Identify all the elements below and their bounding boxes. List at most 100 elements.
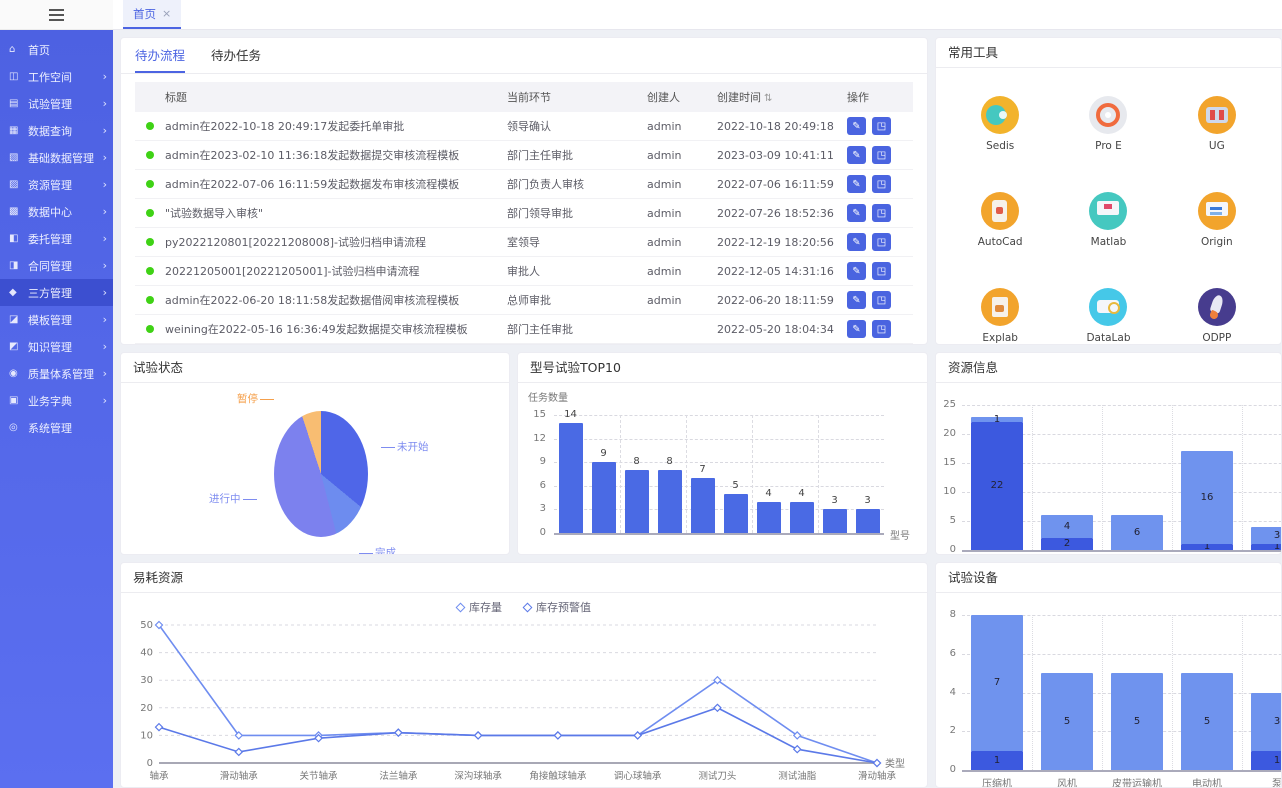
tool-matlab[interactable]: Matlab <box>1054 192 1162 248</box>
tool-ug[interactable]: UG <box>1163 96 1271 152</box>
process-button[interactable]: ◳ <box>872 233 891 251</box>
process-button[interactable]: ◳ <box>872 146 891 164</box>
segment-value-label: 1 <box>971 414 1023 425</box>
tool-explab[interactable]: Explab <box>946 288 1054 344</box>
table-row[interactable]: "试验数据导入审核"部门领导审批admin2022-07-26 18:52:36… <box>135 199 913 228</box>
tab-close-icon[interactable]: × <box>162 7 171 20</box>
edit-button[interactable]: ✎ <box>847 175 866 193</box>
sidebar-item-test-mgmt[interactable]: ▤试验管理› <box>0 90 113 117</box>
row-operations: ✎◳ <box>847 291 913 309</box>
col-step: 当前环节 <box>507 89 647 105</box>
sidebar-item-contract-mgmt[interactable]: ◨合同管理› <box>0 252 113 279</box>
process-button[interactable]: ◳ <box>872 117 891 135</box>
sidebar-item-label: 基础数据管理 <box>28 150 103 166</box>
sidebar-item-label: 工作空间 <box>28 69 103 85</box>
sidebar-item-home[interactable]: ⌂首页 <box>0 36 113 63</box>
x-tick-label: 风机 <box>1032 775 1102 788</box>
col-creator: 创建人 <box>647 89 717 105</box>
tab-pending-processes[interactable]: 待办流程 <box>135 38 185 73</box>
sidebar-item-quality-system-mgmt[interactable]: ◉质量体系管理› <box>0 360 113 387</box>
segment-value-label: 1 <box>971 755 1023 766</box>
tool-sedis[interactable]: Sedis <box>946 96 1054 152</box>
edit-button[interactable]: ✎ <box>847 204 866 222</box>
tool-autocad[interactable]: AutoCad <box>946 192 1054 248</box>
sidebar-collapse-button[interactable] <box>0 0 113 30</box>
edit-button[interactable]: ✎ <box>847 146 866 164</box>
row-step: 部门负责人审核 <box>507 176 647 192</box>
tab-pending-tasks[interactable]: 待办任务 <box>211 38 261 73</box>
tool-datalab[interactable]: DataLab <box>1054 288 1162 344</box>
sidebar-item-system-mgmt[interactable]: ◎系统管理 <box>0 414 113 441</box>
tool-origin[interactable]: Origin <box>1163 192 1271 248</box>
row-title: weining在2022-05-16 16:36:49发起数据提交审核流程模板 <box>165 321 507 337</box>
x-axis-line <box>962 550 1282 552</box>
sidebar-item-base-data-mgmt[interactable]: ▧基础数据管理› <box>0 144 113 171</box>
table-row[interactable]: 20221205001[20221205001]-试验归档申请流程审批人admi… <box>135 257 913 286</box>
tool-name: Sedis <box>986 140 1014 152</box>
edit-button[interactable]: ✎ <box>847 320 866 338</box>
gridline-vertical <box>1242 405 1243 550</box>
process-button[interactable]: ◳ <box>872 262 891 280</box>
edit-button[interactable]: ✎ <box>847 291 866 309</box>
row-time: 2022-12-05 14:31:16 <box>717 265 847 278</box>
process-button[interactable]: ◳ <box>872 204 891 222</box>
sort-icon[interactable]: ⇅ <box>764 93 772 104</box>
sidebar-item-template-mgmt[interactable]: ◪模板管理› <box>0 306 113 333</box>
sidebar-item-business-dict[interactable]: ▣业务字典› <box>0 387 113 414</box>
edit-button[interactable]: ✎ <box>847 117 866 135</box>
todo-panel: 待办流程 待办任务 标题当前环节创建人创建时间⇅操作admin在2022-10-… <box>120 37 928 345</box>
table-row[interactable]: weining在2022-05-16 16:36:49发起数据提交审核流程模板部… <box>135 315 913 344</box>
sidebar-item-resource-mgmt[interactable]: ▨资源管理› <box>0 171 113 198</box>
table-row[interactable]: admin在2022-06-20 18:11:58发起数据借阅审核流程模板总师审… <box>135 286 913 315</box>
row-creator: admin <box>647 265 717 278</box>
row-creator: admin <box>647 294 717 307</box>
row-title: admin在2022-07-06 16:11:59发起数据发布审核流程模板 <box>165 176 507 192</box>
tab-home-label: 首页 <box>133 6 156 22</box>
sidebar-item-workspace[interactable]: ◫工作空间› <box>0 63 113 90</box>
sidebar-item-label: 数据查询 <box>28 123 103 139</box>
table-row[interactable]: admin在2022-10-18 20:49:17发起委托单审批领导确认admi… <box>135 112 913 141</box>
tab-home[interactable]: 首页 × <box>123 0 181 29</box>
bar-value-label: 8 <box>655 456 685 467</box>
table-row[interactable]: admin在2023-02-10 11:36:18发起数据提交审核流程模板部门主… <box>135 141 913 170</box>
row-time: 2022-10-18 20:49:18 <box>717 120 847 133</box>
top10-panel: 型号试验TOP10 任务数量0369121514988754433型号 <box>517 352 928 555</box>
template-mgmt-icon: ◪ <box>9 314 23 325</box>
legend-label: 库存量 <box>469 599 502 615</box>
knowledge-mgmt-icon: ◩ <box>9 341 23 352</box>
bar <box>658 470 682 533</box>
resource-mgmt-icon: ▨ <box>9 179 23 190</box>
sidebar-item-data-center[interactable]: ▩数据中心› <box>0 198 113 225</box>
x-tick-label: 泵 <box>1242 775 1282 788</box>
sidebar-item-third-party-mgmt[interactable]: ◆三方管理› <box>0 279 113 306</box>
process-button[interactable]: ◳ <box>872 175 891 193</box>
status-dot <box>146 325 154 333</box>
edit-button[interactable]: ✎ <box>847 262 866 280</box>
sidebar-item-commission-mgmt[interactable]: ◧委托管理› <box>0 225 113 252</box>
sidebar-item-data-query[interactable]: ▦数据查询› <box>0 117 113 144</box>
legend-item-库存预警值[interactable]: 库存预警值 <box>524 599 591 615</box>
process-button[interactable]: ◳ <box>872 320 891 338</box>
edit-button[interactable]: ✎ <box>847 233 866 251</box>
tool-proe[interactable]: Pro E <box>1054 96 1162 152</box>
table-row[interactable]: admin在2022-07-06 16:11:59发起数据发布审核流程模板部门负… <box>135 170 913 199</box>
row-operations: ✎◳ <box>847 117 913 135</box>
top10-title: 型号试验TOP10 <box>518 353 927 383</box>
legend-item-库存量[interactable]: 库存量 <box>457 599 502 615</box>
bar-value-label: 7 <box>688 464 718 475</box>
leader-line <box>243 499 257 500</box>
gridline <box>554 415 884 416</box>
y-axis-title: 任务数量 <box>528 389 568 404</box>
tool-name: AutoCad <box>978 236 1023 248</box>
tool-odpp[interactable]: ODPP <box>1163 288 1271 344</box>
y-tick-label: 0 <box>935 764 956 775</box>
bar <box>592 462 616 533</box>
y-tick-label: 2 <box>935 725 956 736</box>
table-row[interactable]: py2022120801[20221208008]-试验归档申请流程室领导adm… <box>135 228 913 257</box>
test-mgmt-icon: ▤ <box>9 98 23 109</box>
tabbar: 首页 × <box>113 0 1282 30</box>
status-dot-cell <box>135 238 165 246</box>
process-button[interactable]: ◳ <box>872 291 891 309</box>
sidebar-item-knowledge-mgmt[interactable]: ◩知识管理› <box>0 333 113 360</box>
sidebar-item-label: 三方管理 <box>28 285 103 301</box>
